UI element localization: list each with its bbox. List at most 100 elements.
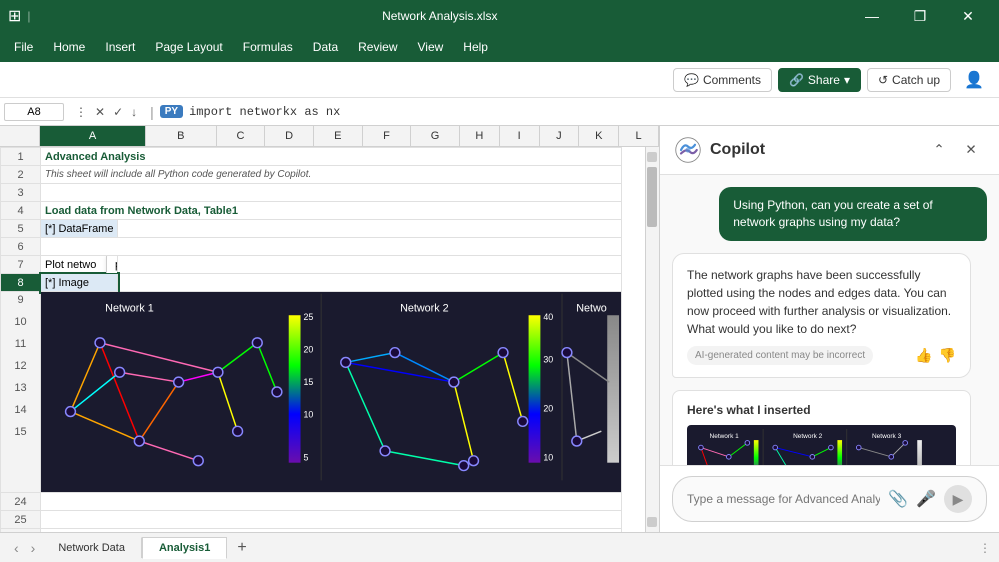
main-area: A B C D E F G H I J K L 1 Advanced Analy… [0, 126, 999, 532]
col-header-k[interactable]: K [579, 126, 619, 146]
grid[interactable]: 1 Advanced Analysis 2 This sheet will in… [0, 147, 645, 532]
network-graph-container: Network 1 [41, 292, 621, 492]
minimize-button[interactable]: — [849, 0, 895, 32]
row-num-1: 1 [1, 148, 41, 166]
formula-cancel-icon[interactable]: ✕ [92, 103, 108, 121]
menu-formulas[interactable]: Formulas [233, 36, 303, 58]
formula-content: PY import networkx as nx [160, 105, 995, 119]
thumbs-up-button[interactable]: 👍 [915, 347, 932, 364]
attach-icon[interactable]: 📎 [888, 489, 908, 509]
cell-a4[interactable]: Load data from Network Data, Table1 [41, 202, 622, 220]
column-headers: A B C D E F G H I J K L [0, 126, 659, 147]
svg-text:40: 40 [543, 312, 553, 322]
profile-button[interactable]: 👤 [957, 65, 991, 95]
copilot-collapse-button[interactable]: ⌃ [925, 136, 953, 164]
svg-text:5: 5 [303, 453, 308, 463]
svg-text:20: 20 [303, 345, 313, 355]
menu-view[interactable]: View [408, 36, 454, 58]
col-header-i[interactable]: I [500, 126, 540, 146]
svg-text:Netwo: Netwo [576, 302, 607, 314]
sheet-tab-network-data[interactable]: Network Data [41, 537, 142, 558]
thumbs-down-button[interactable]: 👎 [939, 347, 956, 364]
user-message: Using Python, can you create a set of ne… [719, 187, 987, 241]
menu-review[interactable]: Review [348, 36, 407, 58]
cell-a5[interactable]: [*] DataFrame [41, 220, 118, 238]
share-button[interactable]: 🔗 Share ▾ [778, 68, 861, 92]
row-num-3: 3 [1, 184, 41, 202]
catchup-button[interactable]: ↺ Catch up [867, 68, 951, 92]
cell-a2[interactable]: This sheet will include all Python code … [41, 166, 622, 184]
tab-nav-left[interactable]: ‹ [8, 540, 25, 556]
formula-more-icon[interactable]: ⋮ [72, 103, 90, 121]
cell-a7[interactable]: Plot netwo phs using nodes and edges dat… [41, 256, 118, 274]
col-header-l[interactable]: L [619, 126, 659, 146]
menu-help[interactable]: Help [453, 36, 498, 58]
copilot-messages: Using Python, can you create a set of ne… [660, 175, 999, 465]
svg-text:25: 25 [303, 312, 313, 322]
grid-container: 1 Advanced Analysis 2 This sheet will in… [0, 147, 659, 532]
formula-confirm-icon[interactable]: ✓ [110, 103, 126, 121]
send-button[interactable]: ▶ [944, 485, 972, 513]
cell-b7[interactable] [118, 256, 622, 274]
add-sheet-button[interactable]: + [227, 535, 256, 561]
svg-text:Network 2: Network 2 [793, 433, 823, 440]
cell-b8[interactable] [118, 274, 622, 292]
cell-a1[interactable]: Advanced Analysis [41, 148, 622, 166]
python-badge: PY [160, 105, 183, 118]
table-row: 8 [*] Image [1, 274, 622, 292]
title-bar: ⊞ | Network Analysis.xlsx — ❐ ✕ [0, 0, 999, 32]
col-header-f[interactable]: F [363, 126, 412, 146]
svg-text:15: 15 [303, 377, 313, 387]
menu-insert[interactable]: Insert [95, 36, 145, 58]
col-header-h[interactable]: H [460, 126, 500, 146]
cell-b5[interactable] [118, 220, 622, 238]
col-header-c[interactable]: C [217, 126, 266, 146]
table-row: 6 [1, 238, 622, 256]
copilot-message-input[interactable] [687, 492, 880, 506]
formula-expand-icon[interactable]: ↓ [128, 103, 140, 121]
network-graph-cell: Network 1 [41, 292, 622, 493]
cell-a6[interactable] [41, 238, 622, 256]
svg-text:10: 10 [543, 453, 553, 463]
formula-bar: ⋮ ✕ ✓ ↓ | PY import networkx as nx [0, 98, 999, 126]
inserted-content-card: Here's what I inserted Network 1 Network… [672, 390, 971, 465]
copilot-close-button[interactable]: ✕ [957, 136, 985, 164]
col-header-d[interactable]: D [265, 126, 314, 146]
inserted-content-title: Here's what I inserted [687, 403, 956, 417]
microphone-icon[interactable]: 🎤 [916, 489, 936, 509]
window-controls: — ❐ ✕ [849, 0, 991, 32]
cell-a8[interactable]: [*] Image [41, 274, 118, 292]
col-header-e[interactable]: E [314, 126, 363, 146]
app-icon: ⊞ | [8, 6, 31, 26]
catchup-icon: ↺ [878, 73, 888, 87]
toolbar: 💬 Comments 🔗 Share ▾ ↺ Catch up 👤 [0, 62, 999, 98]
col-header-a[interactable]: A [40, 126, 146, 146]
toolbar-right: 💬 Comments 🔗 Share ▾ ↺ Catch up 👤 [673, 65, 991, 95]
col-header-b[interactable]: B [146, 126, 217, 146]
svg-text:20: 20 [543, 404, 553, 414]
comments-button[interactable]: 💬 Comments [673, 68, 772, 92]
svg-text:30: 30 [543, 354, 553, 364]
spreadsheet: A B C D E F G H I J K L 1 Advanced Analy… [0, 126, 659, 532]
cell-reference-input[interactable] [4, 103, 64, 121]
col-header-g[interactable]: G [411, 126, 460, 146]
table-row: 4 Load data from Network Data, Table1 [1, 202, 622, 220]
sheet-tab-analysis1[interactable]: Analysis1 [142, 537, 227, 559]
menu-file[interactable]: File [4, 36, 43, 58]
svg-text:Network 1: Network 1 [105, 302, 154, 314]
cell-a3[interactable] [41, 184, 622, 202]
close-button[interactable]: ✕ [945, 0, 991, 32]
tab-nav-right[interactable]: › [25, 540, 42, 556]
menu-page-layout[interactable]: Page Layout [145, 36, 232, 58]
svg-text:Network 1: Network 1 [710, 433, 740, 440]
tab-options-button[interactable]: ⋮ [979, 541, 991, 555]
row-num-2: 2 [1, 166, 41, 184]
formula-separator: | [148, 104, 156, 120]
table-row: 26 [1, 529, 622, 533]
menu-home[interactable]: Home [43, 36, 95, 58]
col-header-j[interactable]: J [540, 126, 580, 146]
vertical-scrollbar[interactable] [645, 147, 659, 532]
menu-data[interactable]: Data [303, 36, 348, 58]
copilot-header-icons: ⌃ ✕ [925, 136, 985, 164]
restore-button[interactable]: ❐ [897, 0, 943, 32]
